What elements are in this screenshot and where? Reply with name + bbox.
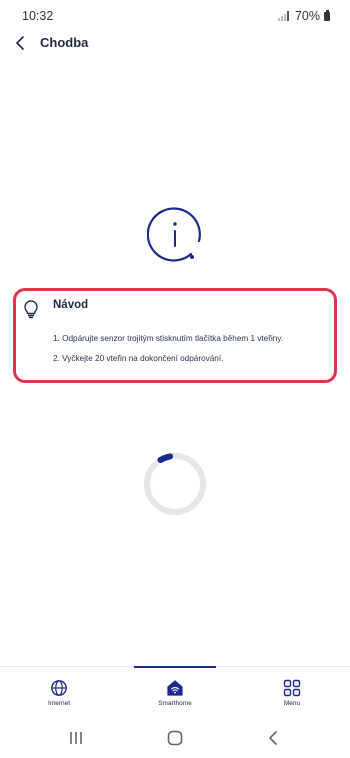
active-tab-indicator bbox=[134, 666, 216, 668]
bottom-navigation: Internet Smarthome Menu bbox=[0, 666, 350, 717]
recent-apps-icon[interactable] bbox=[66, 728, 86, 748]
status-indicators: 70% bbox=[277, 9, 330, 23]
home-wifi-icon bbox=[167, 680, 183, 696]
nav-item-internet[interactable]: Internet bbox=[19, 679, 99, 713]
system-navigation-bar bbox=[0, 716, 350, 758]
guide-title: Návod bbox=[53, 299, 89, 311]
guide-step-2: 2. Vyčkejte 20 vteřin na dokončení odpár… bbox=[53, 354, 224, 363]
battery-icon bbox=[324, 9, 330, 21]
nav-item-smarthome[interactable]: Smarthome bbox=[135, 679, 215, 713]
battery-percent: 70% bbox=[294, 9, 320, 23]
home-icon[interactable] bbox=[165, 728, 185, 748]
nav-item-menu[interactable]: Menu bbox=[252, 679, 332, 713]
info-icon bbox=[147, 207, 201, 262]
signal-icon bbox=[277, 11, 289, 21]
loading-spinner bbox=[144, 453, 206, 515]
guide-card: Návod 1. Odpárujte senzor trojitým stisk… bbox=[13, 288, 337, 383]
page-title: Chodba bbox=[40, 35, 89, 50]
globe-icon bbox=[51, 680, 67, 696]
nav-label-menu: Menu bbox=[283, 700, 301, 707]
back-arrow-icon[interactable] bbox=[10, 32, 32, 54]
status-bar: 10:32 70% bbox=[0, 0, 350, 32]
nav-label-internet: Internet bbox=[47, 700, 71, 707]
guide-step-1: 1. Odpárujte senzor trojitým stisknutím … bbox=[53, 334, 284, 343]
lightbulb-icon bbox=[24, 300, 38, 319]
app-header: Chodba bbox=[0, 30, 350, 58]
nav-label-smarthome: Smarthome bbox=[158, 700, 192, 707]
system-back-icon[interactable] bbox=[264, 728, 284, 748]
grid-icon bbox=[283, 679, 301, 697]
status-time: 10:32 bbox=[22, 9, 54, 23]
